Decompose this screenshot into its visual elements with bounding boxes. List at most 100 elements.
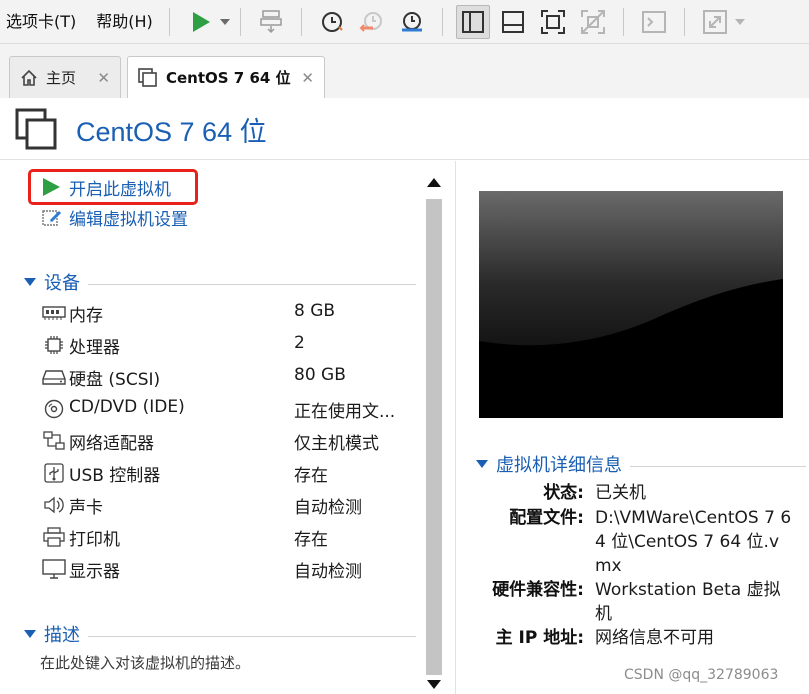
device-row-cpu[interactable]: 处理器 2 <box>42 331 412 359</box>
device-row-network-adapter[interactable]: 网络适配器 仅主机模式 <box>42 427 412 455</box>
watermark: CSDN @qq_32789063 <box>624 667 779 683</box>
stretch-view-button[interactable] <box>698 5 732 39</box>
bottom-panel-icon <box>501 10 524 33</box>
cpu-icon <box>42 335 66 355</box>
unity-button[interactable] <box>576 5 610 39</box>
left-pane: 开启此虚拟机 编辑虚拟机设置 设备 内存 8 GB 处理器 2 硬盘 (SCSI… <box>0 161 420 694</box>
device-name: 处理器 <box>69 338 120 358</box>
description-input[interactable]: 在此处键入对该虚拟机的描述。 <box>40 652 250 673</box>
power-dropdown-button[interactable] <box>219 5 230 39</box>
device-value: 2 <box>294 333 305 353</box>
device-value: 存在 <box>294 466 328 486</box>
divider <box>88 635 416 637</box>
device-row-printer[interactable]: 打印机 存在 <box>42 523 412 551</box>
show-library-button[interactable] <box>455 4 490 39</box>
network-adapter-icon <box>42 431 66 451</box>
console-view-button[interactable] <box>637 5 671 39</box>
device-name: CD/DVD (IDE) <box>69 397 185 417</box>
unity-disabled-icon <box>580 9 605 34</box>
tab-home[interactable]: 主页 ✕ <box>9 56 121 98</box>
usb-icon <box>42 463 66 483</box>
device-value: 80 GB <box>294 365 346 385</box>
device-name: 声卡 <box>69 498 103 518</box>
toolbar-separator <box>441 7 443 36</box>
power-on-vm-link[interactable]: 开启此虚拟机 <box>41 175 171 202</box>
toolbar-separator <box>622 7 624 36</box>
vm-screen-thumbnail[interactable] <box>479 191 783 418</box>
scroll-up-arrow-icon[interactable] <box>427 178 441 187</box>
fullscreen-icon <box>540 9 565 34</box>
pane-divider <box>455 161 456 694</box>
devices-section-header[interactable]: 设备 <box>24 269 416 295</box>
play-icon <box>41 177 61 202</box>
device-value: 正在使用文... <box>294 402 396 422</box>
snapshot-manager-button[interactable] <box>395 5 429 39</box>
divider <box>88 283 416 285</box>
device-name: 打印机 <box>69 530 120 550</box>
display-icon <box>42 559 66 579</box>
divider <box>630 465 806 467</box>
device-row-display[interactable]: 显示器 自动检测 <box>42 555 412 583</box>
menu-help[interactable]: 帮助(H) <box>76 0 153 44</box>
device-name: 显示器 <box>69 562 120 582</box>
device-value: 存在 <box>294 530 328 550</box>
device-row-cd-dvd[interactable]: CD/DVD (IDE) 正在使用文... <box>42 395 412 423</box>
snapshot-revert-button[interactable] <box>355 5 389 39</box>
tab-centos[interactable]: CentOS 7 64 位 ✕ <box>127 56 325 98</box>
left-pane-scrollbar[interactable] <box>423 172 445 692</box>
collapse-triangle-icon <box>24 278 36 286</box>
device-name: 内存 <box>69 306 103 326</box>
close-icon[interactable]: ✕ <box>97 69 110 87</box>
menu-tabs[interactable]: 选项卡(T) <box>0 0 76 44</box>
detail-value: Workstation Beta 虚拟机 <box>595 580 781 624</box>
hard-disk-icon <box>42 367 66 387</box>
device-value: 自动检测 <box>294 498 362 518</box>
memory-icon <box>42 303 66 323</box>
device-name: 网络适配器 <box>69 434 154 454</box>
device-value: 仅主机模式 <box>294 434 379 454</box>
vm-icon <box>15 108 59 156</box>
description-section-header[interactable]: 描述 <box>24 621 416 647</box>
toolbar-separator <box>239 7 241 36</box>
device-row-sound-card[interactable]: 声卡 自动检测 <box>42 491 412 519</box>
chevron-down-icon <box>734 18 745 25</box>
terminal-icon <box>641 10 666 33</box>
snapshot-take-button[interactable] <box>315 5 349 39</box>
detail-label: 配置文件: <box>509 508 584 528</box>
device-row-hard-disk[interactable]: 硬盘 (SCSI) 80 GB <box>42 363 412 391</box>
show-thumbnail-bar-button[interactable] <box>496 5 530 39</box>
vm-icon <box>138 67 158 88</box>
detail-label: 硬件兼容性: <box>492 580 584 600</box>
detail-value: D:\VMWare\CentOS 7 64 位\CentOS 7 64 位.vm… <box>595 508 792 576</box>
detail-value: 已关机 <box>595 483 646 503</box>
detail-label: 状态: <box>543 483 584 503</box>
detail-value: 网络信息不可用 <box>595 628 714 648</box>
toolbar: 选项卡(T) 帮助(H) <box>0 0 809 44</box>
collapse-triangle-icon <box>24 630 36 638</box>
home-icon <box>20 69 38 87</box>
clock-snapshot-icon <box>321 11 343 32</box>
power-on-button[interactable] <box>183 5 217 39</box>
edit-vm-settings-link[interactable]: 编辑虚拟机设置 <box>42 205 188 230</box>
device-row-usb[interactable]: USB 控制器 存在 <box>42 459 412 487</box>
power-on-label: 开启此虚拟机 <box>69 180 171 200</box>
details-section-header[interactable]: 虚拟机详细信息 <box>476 451 806 477</box>
keyboard-shortcut-icon <box>260 9 282 33</box>
vm-header: CentOS 7 64 位 <box>0 98 809 160</box>
device-row-memory[interactable]: 内存 8 GB <box>42 299 412 327</box>
scroll-thumb[interactable] <box>426 199 442 675</box>
scroll-down-arrow-icon[interactable] <box>427 680 441 689</box>
stretch-icon <box>702 9 727 34</box>
device-value: 自动检测 <box>294 562 362 582</box>
tab-centos-label: CentOS 7 64 位 <box>166 69 291 87</box>
description-header: 描述 <box>44 625 80 646</box>
cd-dvd-icon <box>42 399 66 419</box>
sidebar-layout-icon <box>461 10 484 33</box>
send-ctrl-alt-del-button[interactable] <box>254 5 288 39</box>
stretch-dropdown-button[interactable] <box>734 5 745 39</box>
full-screen-button[interactable] <box>536 5 570 39</box>
play-icon <box>192 11 210 32</box>
snapshot-manager-icon <box>401 11 422 31</box>
edit-settings-icon <box>41 207 63 234</box>
close-icon[interactable]: ✕ <box>301 69 314 87</box>
